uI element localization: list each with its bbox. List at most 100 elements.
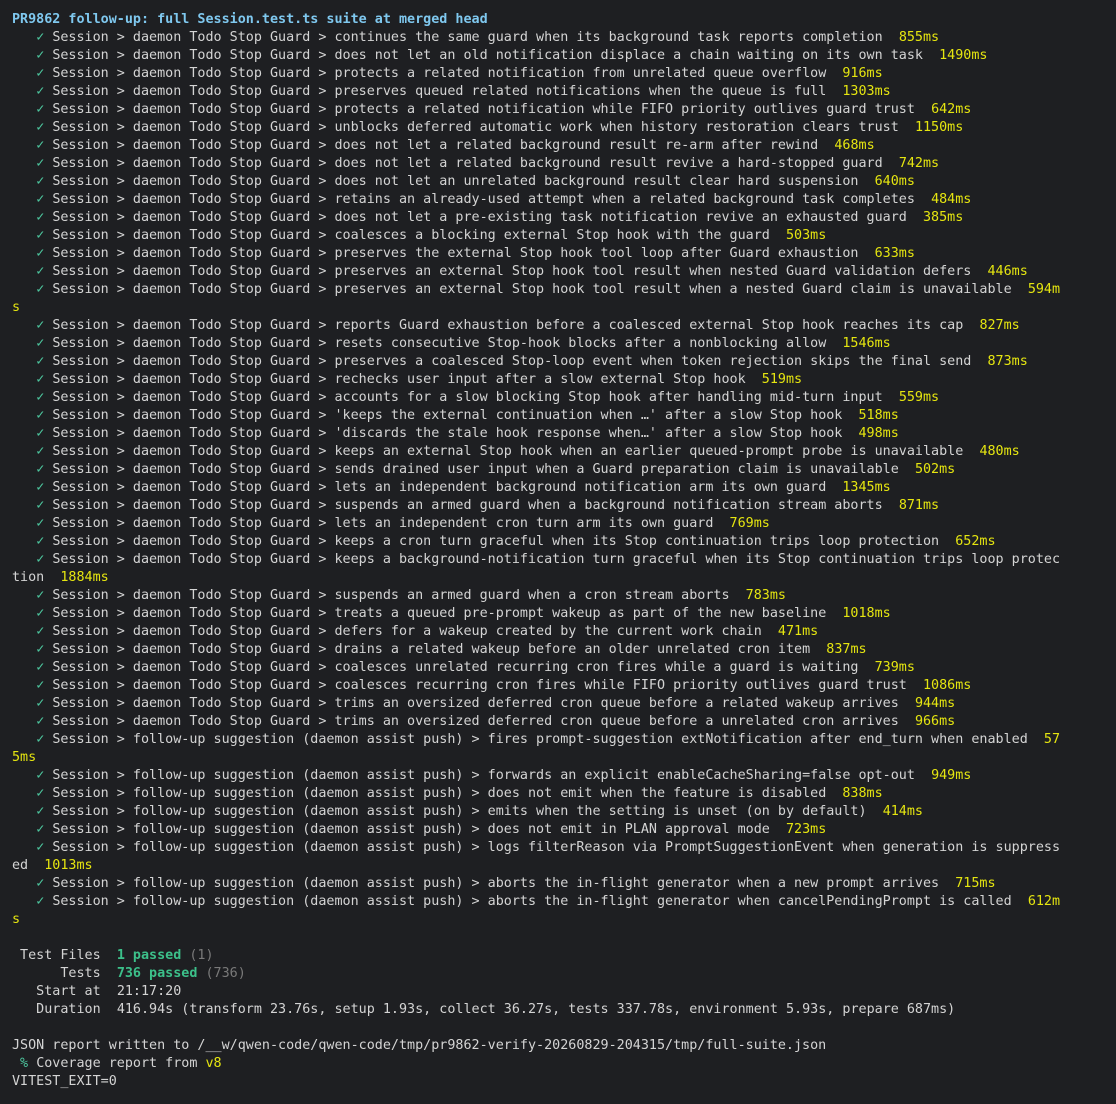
summary-tests-total: (736)	[205, 966, 246, 981]
test-name: Session > follow-up suggestion (daemon a…	[52, 732, 1028, 747]
test-name: Session > daemon Todo Stop Guard > keeps…	[52, 552, 1061, 567]
test-result-line: ✓ Session > follow-up suggestion (daemon…	[12, 785, 1116, 803]
test-result-wrap-line: s	[12, 911, 1116, 929]
test-result-line: ✓ Session > daemon Todo Stop Guard > coa…	[12, 659, 1116, 677]
test-duration: 1345ms	[842, 480, 891, 495]
test-name: Session > daemon Todo Stop Guard > prese…	[52, 264, 972, 279]
test-result-line: ✓ Session > daemon Todo Stop Guard > doe…	[12, 155, 1116, 173]
test-result-line: ✓ Session > daemon Todo Stop Guard > dra…	[12, 641, 1116, 659]
summary-duration-value: 416.94s (transform 23.76s, setup 1.93s, …	[116, 1002, 956, 1017]
test-duration: 1018ms	[842, 606, 891, 621]
test-duration: 471ms	[777, 624, 819, 639]
test-result-wrap-line: s	[12, 299, 1116, 317]
summary-tests-label: Tests	[12, 966, 101, 981]
test-duration: 414ms	[882, 804, 923, 819]
summary-start: Start at 21:17:20	[12, 983, 1116, 1001]
test-result-line: ✓ Session > daemon Todo Stop Guard > ret…	[12, 191, 1116, 209]
test-result-line: ✓ Session > daemon Todo Stop Guard > 'di…	[12, 425, 1116, 443]
test-duration: 769ms	[729, 516, 770, 531]
test-result-line: ✓ Session > daemon Todo Stop Guard > pre…	[12, 263, 1116, 281]
test-duration: 783ms	[745, 588, 786, 603]
test-name: Session > daemon Todo Stop Guard > keeps…	[52, 444, 964, 459]
test-duration: 446ms	[987, 264, 1028, 279]
test-duration: 484ms	[931, 192, 972, 207]
test-result-line: ✓ Session > daemon Todo Stop Guard > rec…	[12, 371, 1116, 389]
test-name: Session > daemon Todo Stop Guard > trims…	[52, 714, 899, 729]
test-name: Session > daemon Todo Stop Guard > coale…	[52, 660, 859, 675]
test-duration: 739ms	[874, 660, 915, 675]
test-name: Session > daemon Todo Stop Guard > prote…	[52, 102, 915, 117]
test-duration: 57	[1043, 732, 1061, 747]
summary-duration-label: Duration	[12, 1002, 101, 1017]
test-name: Session > follow-up suggestion (daemon a…	[52, 840, 1061, 855]
test-result-line: ✓ Session > daemon Todo Stop Guard > sus…	[12, 497, 1116, 515]
coverage-line: % Coverage report from v8	[12, 1055, 1116, 1073]
test-duration: 498ms	[858, 426, 899, 441]
test-duration: 468ms	[834, 138, 875, 153]
test-name: Session > daemon Todo Stop Guard > trims…	[52, 696, 899, 711]
test-result-line: ✓ Session > daemon Todo Stop Guard > coa…	[12, 677, 1116, 695]
test-duration: 715ms	[955, 876, 996, 891]
test-duration-continuation: s	[12, 300, 21, 315]
test-result-line: ✓ Session > follow-up suggestion (daemon…	[12, 803, 1116, 821]
test-name: Session > daemon Todo Stop Guard > repor…	[52, 318, 964, 333]
coverage-provider: v8	[205, 1056, 222, 1071]
test-result-wrap-line: 5ms	[12, 749, 1116, 767]
test-name: Session > follow-up suggestion (daemon a…	[52, 786, 827, 801]
test-result-line: ✓ Session > daemon Todo Stop Guard > kee…	[12, 533, 1116, 551]
json-report-line: JSON report written to /__w/qwen-code/qw…	[12, 1038, 827, 1053]
test-result-line: ✓ Session > follow-up suggestion (daemon…	[12, 767, 1116, 785]
test-name: Session > daemon Todo Stop Guard > prese…	[52, 282, 1012, 297]
test-result-line: ✓ Session > daemon Todo Stop Guard > sus…	[12, 587, 1116, 605]
summary-test-files-label: Test Files	[12, 948, 101, 963]
test-name-continuation: ed	[12, 858, 29, 873]
test-duration: 966ms	[914, 714, 956, 729]
test-name: Session > daemon Todo Stop Guard > 'disc…	[52, 426, 843, 441]
test-result-line: ✓ Session > daemon Todo Stop Guard > let…	[12, 479, 1116, 497]
test-name: Session > daemon Todo Stop Guard > conti…	[52, 30, 883, 45]
coverage-text: Coverage report from	[36, 1056, 206, 1071]
test-result-line: ✓ Session > daemon Todo Stop Guard > pre…	[12, 353, 1116, 371]
test-result-line: ✓ Session > daemon Todo Stop Guard > doe…	[12, 137, 1116, 155]
test-name: Session > daemon Todo Stop Guard > does …	[52, 48, 923, 63]
test-result-line: ✓ Session > daemon Todo Stop Guard > 'ke…	[12, 407, 1116, 425]
test-result-line: ✓ Session > follow-up suggestion (daemon…	[12, 839, 1116, 857]
test-name: Session > daemon Todo Stop Guard > keeps…	[52, 534, 940, 549]
test-duration-continuation: 1013ms	[44, 858, 93, 873]
test-name-continuation: tion	[12, 570, 45, 585]
test-result-line: ✓ Session > daemon Todo Stop Guard > pre…	[12, 281, 1116, 299]
test-duration: 855ms	[898, 30, 940, 45]
summary-test-files-passed: 1 passed	[116, 948, 182, 963]
test-name: Session > daemon Todo Stop Guard > prese…	[52, 84, 827, 99]
test-duration: 944ms	[914, 696, 956, 711]
test-result-line: ✓ Session > daemon Todo Stop Guard > tre…	[12, 605, 1116, 623]
test-name: Session > daemon Todo Stop Guard > does …	[52, 210, 907, 225]
test-name: Session > daemon Todo Stop Guard > does …	[52, 156, 883, 171]
test-name: Session > daemon Todo Stop Guard > accou…	[52, 390, 883, 405]
test-result-line: ✓ Session > daemon Todo Stop Guard > res…	[12, 335, 1116, 353]
test-duration: 503ms	[785, 228, 827, 243]
test-name: Session > daemon Todo Stop Guard > sends…	[52, 462, 899, 477]
test-name: Session > follow-up suggestion (daemon a…	[52, 894, 1012, 909]
test-result-line: ✓ Session > daemon Todo Stop Guard > def…	[12, 623, 1116, 641]
test-result-wrap-line: tion 1884ms	[12, 569, 1116, 587]
test-result-line: ✓ Session > daemon Todo Stop Guard > pro…	[12, 65, 1116, 83]
test-result-line: ✓ Session > daemon Todo Stop Guard > kee…	[12, 443, 1116, 461]
test-duration: 827ms	[979, 318, 1020, 333]
terminal-window: PR9862 follow-up: full Session.test.ts s…	[0, 0, 1116, 1104]
test-name: Session > daemon Todo Stop Guard > prese…	[52, 246, 859, 261]
test-duration-continuation: 5ms	[12, 750, 37, 765]
test-result-line: ✓ Session > daemon Todo Stop Guard > coa…	[12, 227, 1116, 245]
test-name: Session > daemon Todo Stop Guard > does …	[52, 174, 859, 189]
test-name: Session > daemon Todo Stop Guard > unblo…	[52, 120, 899, 135]
coverage-percent-icon: %	[12, 1056, 37, 1071]
test-duration: 1150ms	[914, 120, 964, 135]
test-duration: 518ms	[858, 408, 899, 423]
test-name: Session > follow-up suggestion (daemon a…	[52, 876, 940, 891]
summary-duration: Duration 416.94s (transform 23.76s, setu…	[12, 1001, 1116, 1019]
test-duration: 723ms	[785, 822, 827, 837]
test-duration: 480ms	[979, 444, 1020, 459]
test-duration-continuation: s	[12, 912, 21, 927]
test-name: Session > daemon Todo Stop Guard > drain…	[52, 642, 811, 657]
